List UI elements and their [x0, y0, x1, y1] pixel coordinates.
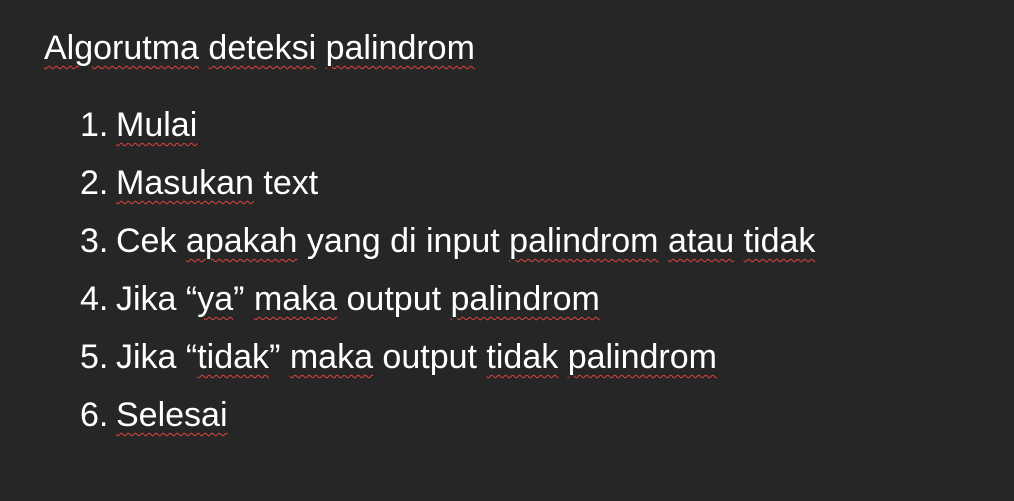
step-text: atau	[667, 222, 735, 260]
step-3: 3. Cek apakah yang di input palindrom ata…	[80, 216, 815, 274]
step-text: ”	[233, 280, 254, 318]
step-text: Mulai	[116, 106, 198, 144]
document-title: Algorutma deteksi palindrom	[44, 26, 475, 70]
steps-list: 1. Mulai 2. Masukan text 3. Cek apakah yang…	[80, 100, 815, 448]
step-text: output	[372, 338, 487, 376]
step-text: palindrom	[450, 280, 600, 318]
step-text: Cek	[116, 222, 177, 260]
step-text: tidak	[743, 222, 816, 260]
step-text: tidak	[197, 338, 270, 376]
step-text: palindrom	[567, 338, 717, 376]
step-text	[176, 216, 185, 266]
step-text: output	[337, 280, 451, 318]
title-word-algorutma: Algorutma	[44, 29, 199, 67]
title-space	[199, 29, 208, 67]
step-5: 5. Jika “tidak” maka output tidak palindr…	[80, 332, 815, 390]
step-text: ya	[197, 280, 234, 318]
step-number: 4.	[80, 280, 109, 318]
step-2: 2. Masukan text	[80, 158, 815, 216]
step-text: yang di input	[297, 222, 510, 260]
step-text: text	[253, 164, 319, 202]
step-number: 6.	[80, 396, 109, 434]
step-text	[558, 332, 567, 382]
step-text: maka	[253, 280, 338, 318]
step-text: Jika “	[116, 338, 198, 376]
step-text: ”	[269, 338, 290, 376]
step-number: 2.	[80, 164, 109, 202]
step-text	[658, 216, 667, 266]
step-number: 3.	[80, 222, 109, 260]
title-space	[316, 29, 325, 67]
step-number: 5.	[80, 338, 109, 376]
step-text: Masukan	[116, 164, 254, 202]
step-text: Selesai	[116, 396, 228, 434]
step-text: Jika “	[116, 280, 198, 318]
step-text	[734, 216, 743, 266]
step-6: 6. Selesai	[80, 390, 815, 448]
step-4: 4. Jika “ya” maka output palindrom	[80, 274, 815, 332]
document-page: Algorutma deteksi palindrom 1. Mulai 2. Ma…	[0, 0, 1014, 501]
title-word-palindrom: palindrom	[325, 29, 475, 67]
step-1: 1. Mulai	[80, 100, 815, 158]
step-text: apakah	[185, 222, 298, 260]
step-text: tidak	[486, 338, 559, 376]
step-text: palindrom	[509, 222, 659, 260]
title-word-deteksi: deteksi	[208, 29, 317, 67]
step-number: 1.	[80, 106, 109, 144]
step-text: maka	[289, 338, 373, 376]
